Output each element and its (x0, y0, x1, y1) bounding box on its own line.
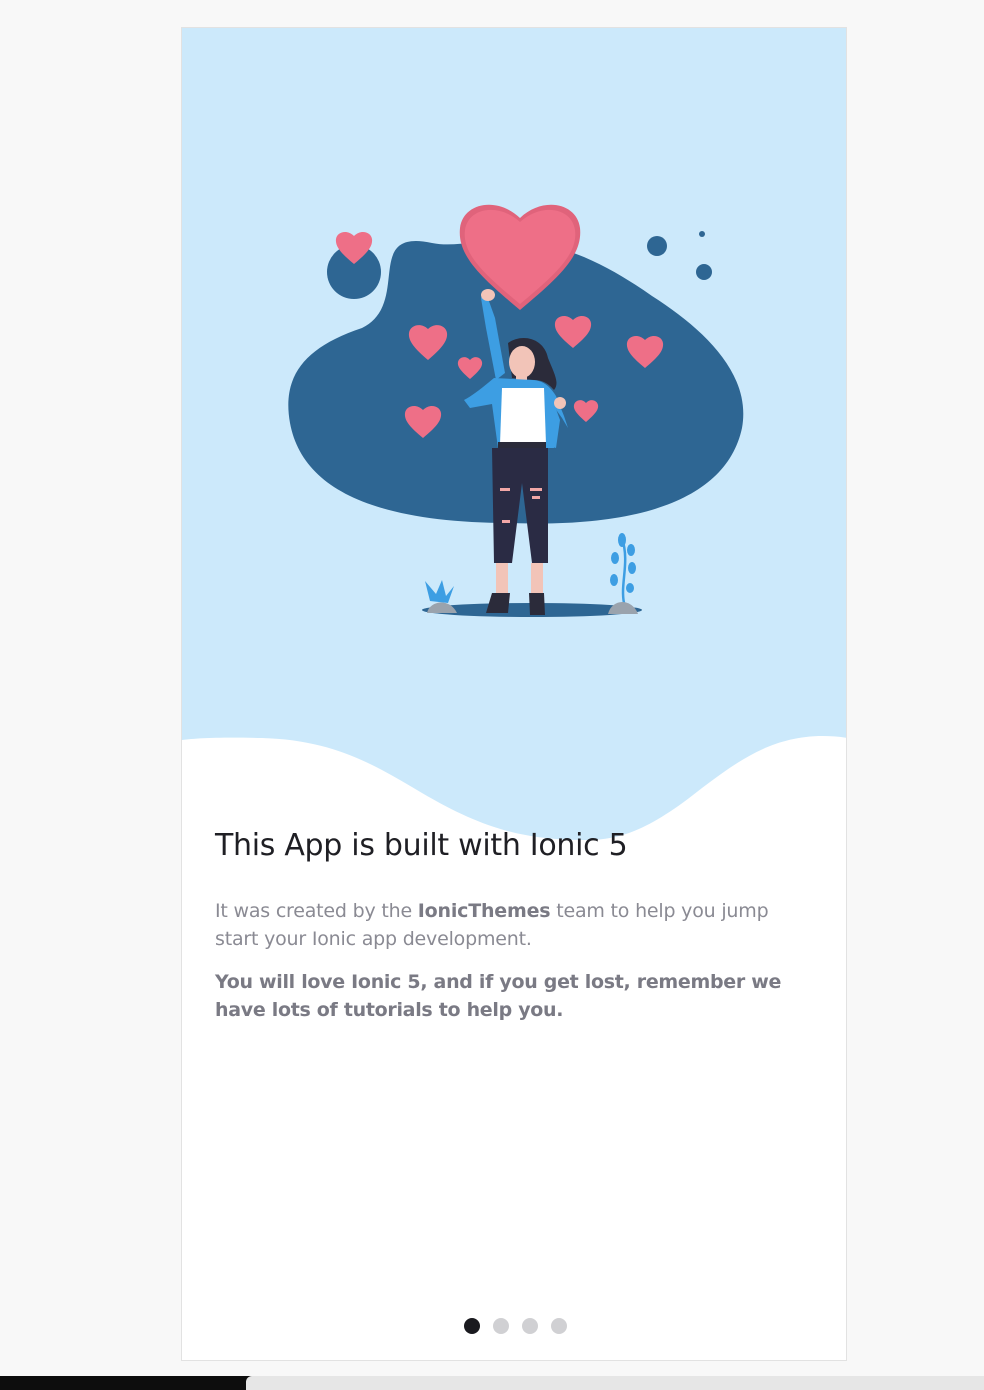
slide-highlight: You will love Ionic 5, and if you get lo… (215, 971, 782, 1021)
pagination-dot-3[interactable] (521, 1318, 538, 1334)
brand-name: IonicThemes (417, 900, 551, 922)
slide-title: This App is built with Ionic 5 (215, 828, 628, 863)
pagination-dot-2[interactable] (492, 1318, 509, 1334)
slide-content: This App is built with Ionic 5 It was cr… (215, 828, 815, 1024)
description-prefix: It was created by the (215, 900, 418, 922)
woman-with-hearts-illustration-icon (182, 28, 846, 840)
phone-frame: This App is built with Ionic 5 It was cr… (181, 27, 847, 1361)
taskbar-panel (246, 1376, 984, 1390)
pagination-dot-1[interactable] (463, 1318, 480, 1334)
slide-pagination (182, 1318, 846, 1334)
slide-description: It was created by the IonicThemes team t… (215, 897, 815, 953)
hero-illustration (182, 28, 846, 888)
pagination-dot-4[interactable] (550, 1318, 567, 1334)
